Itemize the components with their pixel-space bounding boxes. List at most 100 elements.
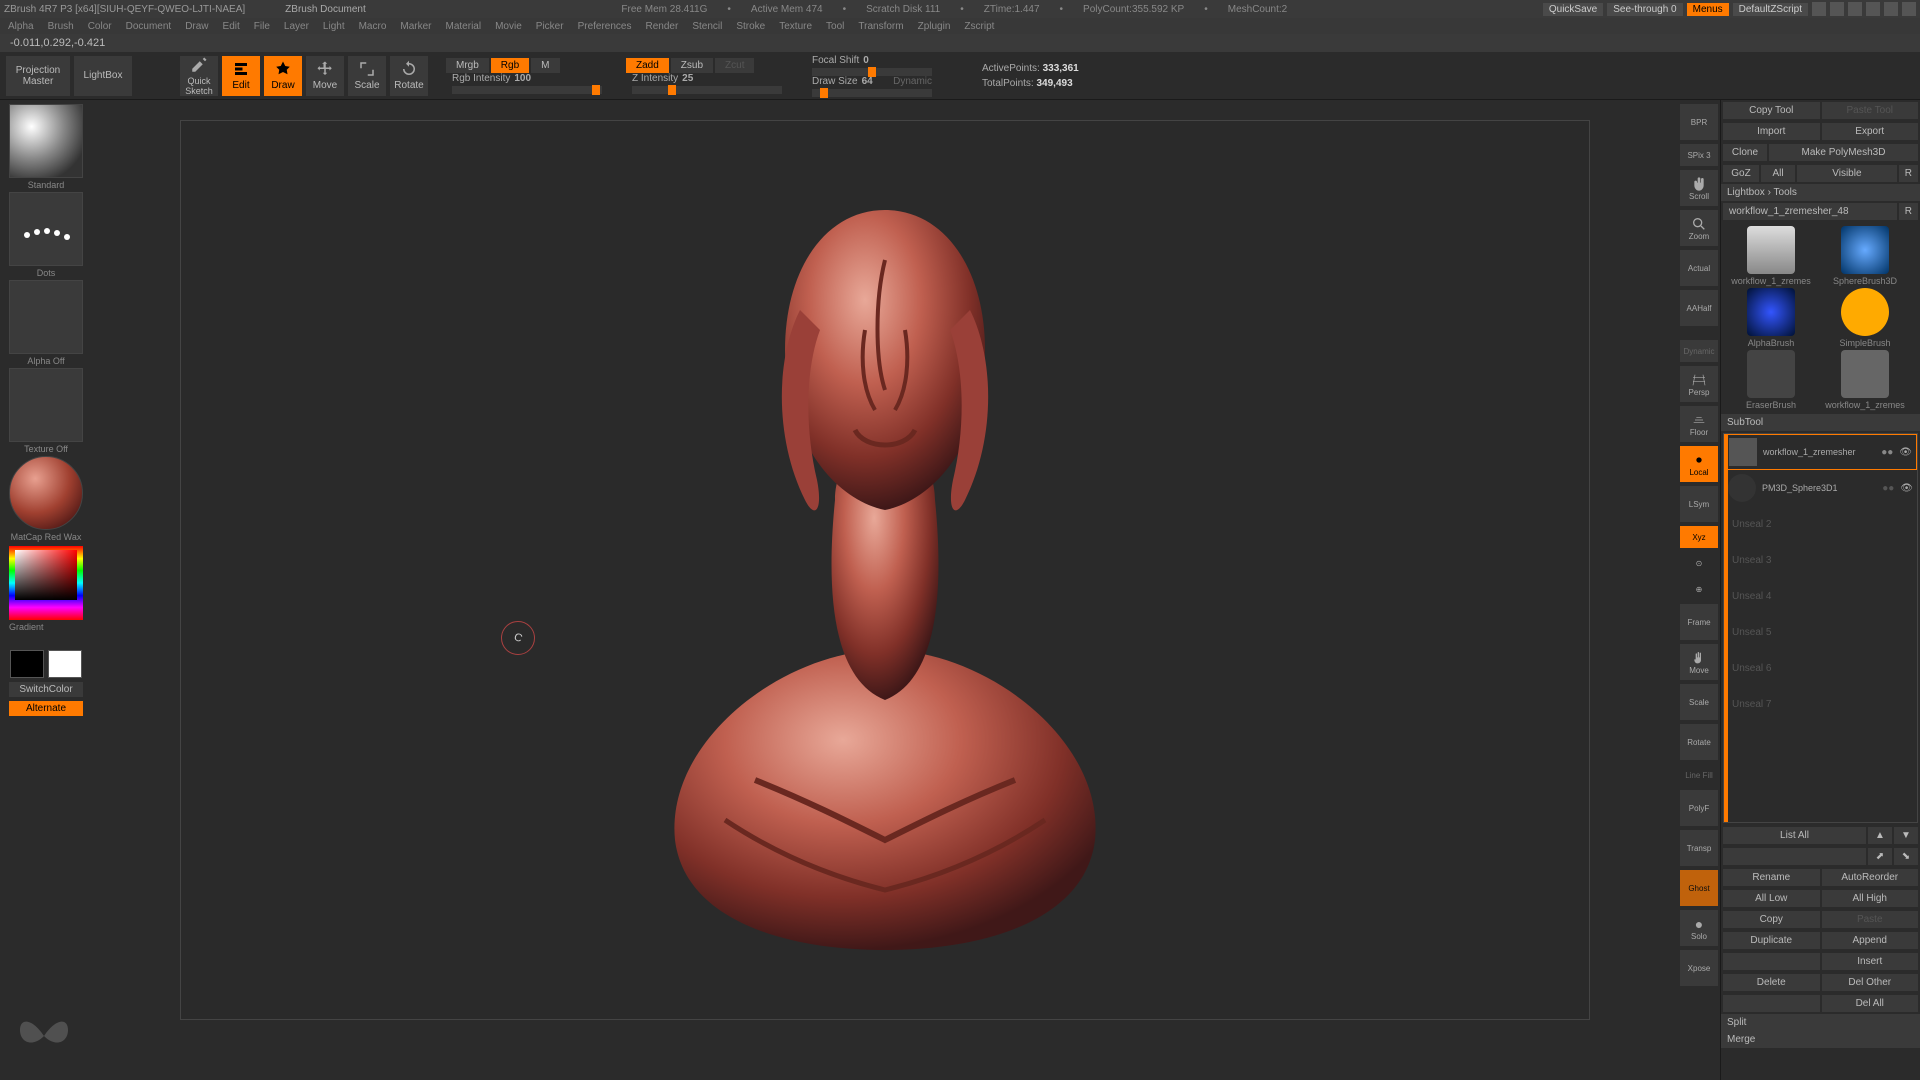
import-button[interactable]: Import	[1723, 123, 1820, 140]
quicksave-button[interactable]: QuickSave	[1543, 3, 1603, 16]
subtool-empty-slot[interactable]: Unseal 5	[1724, 614, 1917, 650]
menu-macro[interactable]: Macro	[359, 21, 387, 32]
gradient-label[interactable]: Gradient	[9, 622, 83, 632]
all-high-button[interactable]: All High	[1822, 890, 1919, 907]
nav-rotate-button[interactable]: Rotate	[1680, 724, 1718, 760]
menu-marker[interactable]: Marker	[400, 21, 431, 32]
insert-button[interactable]: Insert	[1822, 953, 1919, 970]
brush-thumbnail[interactable]	[9, 104, 83, 178]
tool-r-button[interactable]: R	[1899, 203, 1918, 220]
copy-subtool-button[interactable]: Copy	[1723, 911, 1820, 928]
lsym-button[interactable]: LSym	[1680, 486, 1718, 522]
tool-item[interactable]: SimpleBrush	[1819, 288, 1911, 348]
solo-button[interactable]: ●Solo	[1680, 910, 1718, 946]
edit-mode-button[interactable]: Edit	[222, 56, 260, 96]
color-picker[interactable]	[9, 546, 83, 620]
subtool-empty-slot[interactable]: Unseal 2	[1724, 506, 1917, 542]
eye-icon[interactable]: 👁	[1899, 447, 1912, 458]
copy-tool-button[interactable]: Copy Tool	[1723, 102, 1820, 119]
persp-button[interactable]: Persp	[1680, 366, 1718, 402]
make-polymesh-button[interactable]: Make PolyMesh3D	[1769, 144, 1918, 161]
close-icon[interactable]	[1902, 2, 1916, 16]
eye-icon[interactable]: 👁	[1900, 483, 1913, 494]
subtool-row[interactable]: PM3D_Sphere3D1 ●● 👁	[1724, 470, 1917, 506]
export-button[interactable]: Export	[1822, 123, 1919, 140]
actual-button[interactable]: Actual	[1680, 250, 1718, 286]
menu-layer[interactable]: Layer	[284, 21, 309, 32]
move-down-button[interactable]: ⬊	[1894, 848, 1918, 865]
maximize-icon[interactable]	[1884, 2, 1898, 16]
projection-master-button[interactable]: Projection Master	[6, 56, 70, 96]
duplicate-button[interactable]: Duplicate	[1723, 932, 1820, 949]
menu-light[interactable]: Light	[323, 21, 345, 32]
xyz-button[interactable]: Xyz	[1680, 526, 1718, 548]
zcut-toggle[interactable]: Zcut	[715, 58, 754, 73]
rotate-mode-button[interactable]: Rotate	[390, 56, 428, 96]
alpha-thumbnail[interactable]	[9, 280, 83, 354]
append-button[interactable]: Append	[1822, 932, 1919, 949]
help-icon[interactable]	[1848, 2, 1862, 16]
subtool-empty-slot[interactable]: Unseal 3	[1724, 542, 1917, 578]
scroll-button[interactable]: Scroll	[1680, 170, 1718, 206]
aahalf-button[interactable]: AAHalf	[1680, 290, 1718, 326]
menu-zscript[interactable]: Zscript	[964, 21, 994, 32]
split-header[interactable]: Split	[1721, 1014, 1920, 1031]
tool-item[interactable]: workflow_1_zremes	[1819, 350, 1911, 410]
del-other-button[interactable]: Del Other	[1822, 974, 1919, 991]
draw-mode-button[interactable]: Draw	[264, 56, 302, 96]
paste-tool-button[interactable]: Paste Tool	[1822, 102, 1919, 119]
subtool-header[interactable]: SubTool	[1721, 414, 1920, 431]
dynamic-toggle[interactable]: Dynamic	[1680, 340, 1718, 362]
all-low-button[interactable]: All Low	[1723, 890, 1820, 907]
quicksketch-button[interactable]: Quick Sketch	[180, 56, 218, 96]
menu-picker[interactable]: Picker	[536, 21, 564, 32]
alternate-button[interactable]: Alternate	[9, 701, 83, 716]
subtool-row[interactable]: workflow_1_zremesher ●● 👁	[1724, 434, 1917, 470]
menus-toggle[interactable]: Menus	[1687, 3, 1729, 16]
menu-alpha[interactable]: Alpha	[8, 21, 34, 32]
goz-visible-button[interactable]: Visible	[1797, 165, 1897, 182]
menu-transform[interactable]: Transform	[858, 21, 903, 32]
minimize-icon[interactable]	[1866, 2, 1880, 16]
menu-stencil[interactable]: Stencil	[692, 21, 722, 32]
move-mode-button[interactable]: Move	[306, 56, 344, 96]
layout-icon[interactable]	[1812, 2, 1826, 16]
menu-tool[interactable]: Tool	[826, 21, 844, 32]
focal-shift-slider[interactable]	[812, 68, 932, 76]
bpr-button[interactable]: BPR	[1680, 104, 1718, 140]
document-canvas[interactable]	[180, 120, 1590, 1020]
arrow-down-button[interactable]: ▼	[1894, 827, 1918, 844]
menu-zplugin[interactable]: Zplugin	[918, 21, 951, 32]
menu-color[interactable]: Color	[88, 21, 112, 32]
stroke-thumbnail[interactable]	[9, 192, 83, 266]
rename-button[interactable]: Rename	[1723, 869, 1820, 886]
tool-item[interactable]: EraserBrush	[1725, 350, 1817, 410]
nav-move-button[interactable]: Move	[1680, 644, 1718, 680]
draw-size-slider[interactable]	[812, 89, 932, 97]
floor-button[interactable]: Floor	[1680, 406, 1718, 442]
tool-item[interactable]: SphereBrush3D	[1819, 226, 1911, 286]
arrow-up-button[interactable]: ▲	[1868, 827, 1892, 844]
secondary-color-swatch[interactable]	[10, 650, 44, 678]
primary-color-swatch[interactable]	[48, 650, 82, 678]
del-all-button[interactable]: Del All	[1822, 995, 1919, 1012]
texture-thumbnail[interactable]	[9, 368, 83, 442]
rgb-toggle[interactable]: Rgb	[491, 58, 529, 73]
subtool-empty-slot[interactable]: Unseal 6	[1724, 650, 1917, 686]
menu-material[interactable]: Material	[446, 21, 482, 32]
goz-button[interactable]: GoZ	[1723, 165, 1759, 182]
defaultzscript-button[interactable]: DefaultZScript	[1733, 3, 1808, 16]
z-intensity-slider[interactable]	[632, 86, 782, 94]
menu-stroke[interactable]: Stroke	[736, 21, 765, 32]
subtool-empty-slot[interactable]: Unseal 7	[1724, 686, 1917, 722]
lightbox-button[interactable]: LightBox	[74, 56, 132, 96]
lightbox-tools-header[interactable]: Lightbox › Tools	[1721, 184, 1920, 201]
current-tool-name[interactable]: workflow_1_zremesher_48	[1723, 203, 1897, 220]
m-toggle[interactable]: M	[531, 58, 559, 73]
spix-slider[interactable]: SPix 3	[1680, 144, 1718, 166]
menu-document[interactable]: Document	[126, 21, 172, 32]
scale-mode-button[interactable]: Scale	[348, 56, 386, 96]
zoom-button[interactable]: Zoom	[1680, 210, 1718, 246]
move-up-button[interactable]: ⬈	[1868, 848, 1892, 865]
menu-preferences[interactable]: Preferences	[578, 21, 632, 32]
